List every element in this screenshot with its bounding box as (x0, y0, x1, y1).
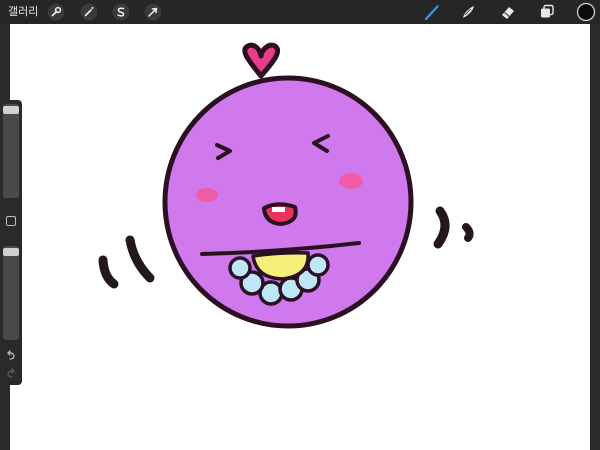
motion-stroke-right-1 (433, 206, 450, 249)
redo-icon[interactable] (4, 366, 18, 380)
undo-icon[interactable] (4, 348, 18, 362)
layers-icon[interactable] (538, 3, 556, 21)
right-blush (339, 173, 363, 189)
left-blush (196, 188, 218, 202)
magic-wand-icon[interactable] (80, 3, 98, 21)
eraser-icon[interactable] (499, 3, 517, 21)
artwork (98, 42, 474, 329)
motion-stroke-left-2 (125, 235, 155, 283)
side-sliders-panel (0, 100, 22, 385)
brush-icon[interactable] (423, 3, 441, 21)
modify-square-icon[interactable] (6, 216, 16, 226)
tooth (272, 207, 285, 212)
heart-tuft (242, 42, 281, 79)
arrow-cursor-icon[interactable] (144, 3, 162, 21)
motion-stroke-left-1 (98, 255, 119, 289)
gallery-button[interactable]: 갤러리 (8, 4, 38, 20)
color-swatch-icon[interactable] (576, 2, 596, 22)
drawing-canvas[interactable] (10, 24, 590, 450)
top-toolbar: 갤러리 (0, 0, 600, 24)
selection-s-icon[interactable] (112, 3, 130, 21)
opacity-slider[interactable] (3, 246, 19, 340)
opacity-thumb[interactable] (3, 248, 19, 256)
wrench-icon[interactable] (47, 3, 65, 21)
brush-size-slider[interactable] (3, 104, 19, 198)
smudge-icon[interactable] (459, 3, 477, 21)
motion-stroke-right-2 (462, 223, 474, 242)
brush-size-thumb[interactable] (3, 106, 19, 114)
